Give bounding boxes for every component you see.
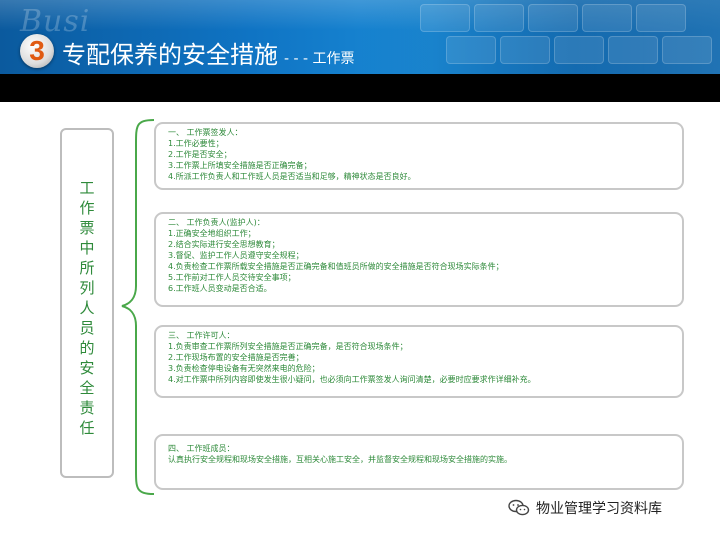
- section-item: 2.工作现场布置的安全措施是否完善；: [168, 353, 304, 362]
- section-card-signer: 一、 工作票签发人： 1.工作必要性； 2.工作是否安全； 3.工作票上所填安全…: [154, 122, 684, 190]
- section-item: 3.负责检查停电设备有无突然来电的危险；: [168, 364, 320, 373]
- section-card-team-member: 四、 工作班成员： 认真执行安全规程和现场安全措施，互相关心施工安全，并监督安全…: [154, 434, 684, 490]
- responsibility-heading-box: 工 作 票 中 所 列 人 员 的 安 全 责 任: [60, 128, 114, 478]
- section-title: 四、 工作班成员：: [168, 444, 235, 453]
- vertical-heading: 工 作 票 中 所 列 人 员 的 安 全 责 任: [79, 179, 95, 437]
- section-item: 1.正确安全地组织工作；: [168, 229, 256, 238]
- section-item: 3.工作票上所填安全措施是否正确完备；: [168, 161, 312, 170]
- section-number-badge: 3: [20, 34, 54, 68]
- section-title: 三、 工作许可人：: [168, 331, 235, 340]
- keyboard-key: [446, 36, 496, 64]
- keyboard-key: [636, 4, 686, 32]
- section-item: 4.对工作票中所列内容即使发生很小疑问，也必须向工作票签发人询问清楚，必要时应要…: [168, 375, 536, 384]
- keyboard-key: [500, 36, 550, 64]
- page-title-suffix: - - - 工作票: [284, 51, 355, 67]
- keyboard-key: [420, 4, 470, 32]
- keyboard-key: [582, 4, 632, 32]
- keyboard-key: [528, 4, 578, 32]
- section-item: 2.工作是否安全；: [168, 150, 232, 159]
- page-title: 专配保养的安全措施 - - - 工作票: [62, 35, 355, 70]
- keyboard-key: [554, 36, 604, 64]
- section-item: 6.工作班人员变动是否合适。: [168, 284, 272, 293]
- section-number: 3: [29, 35, 45, 66]
- section-title: 二、 工作负责人(监护人)：: [168, 218, 265, 227]
- keyboard-key: [474, 4, 524, 32]
- keyboard-key: [662, 36, 712, 64]
- section-item: 3.督促、监护工作人员遵守安全规程；: [168, 251, 304, 260]
- section-card-permitter: 三、 工作许可人： 1.负责审查工作票所列安全措施是否正确完备，是否符合现场条件…: [154, 325, 684, 398]
- section-item: 2.结合实际进行安全思想教育；: [168, 240, 280, 249]
- curly-brace: [121, 119, 155, 495]
- section-item: 1.负责审查工作票所列安全措施是否正确完备，是否符合现场条件；: [168, 342, 408, 351]
- keyboard-background-image: [360, 0, 720, 74]
- section-item: 认真执行安全规程和现场安全措施，互相关心施工安全，并监督安全规程和现场安全措施的…: [168, 455, 512, 464]
- footer-source-text: 物业管理学习资料库: [536, 501, 662, 517]
- footer-source-logo: 物业管理学习资料库: [508, 498, 662, 518]
- wechat-icon: [508, 499, 530, 516]
- section-item: 5.工作前对工作人员交待安全事项；: [168, 273, 296, 282]
- header-divider-band: [0, 74, 720, 102]
- header-banner: Busi 3 专配保养的安全措施 - - - 工作票: [0, 0, 720, 74]
- section-card-responsible: 二、 工作负责人(监护人)： 1.正确安全地组织工作； 2.结合实际进行安全思想…: [154, 212, 684, 307]
- section-item: 1.工作必要性；: [168, 139, 224, 148]
- section-item: 4.负责检查工作票所载安全措施是否正确完备和值班员所做的安全措施是否符合现场实际…: [168, 262, 504, 271]
- section-item: 4.所派工作负责人和工作班人员是否适当和足够，精神状态是否良好。: [168, 172, 416, 181]
- section-title: 一、 工作票签发人：: [168, 128, 243, 137]
- page-title-main: 专配保养的安全措施: [62, 41, 278, 69]
- keyboard-key: [608, 36, 658, 64]
